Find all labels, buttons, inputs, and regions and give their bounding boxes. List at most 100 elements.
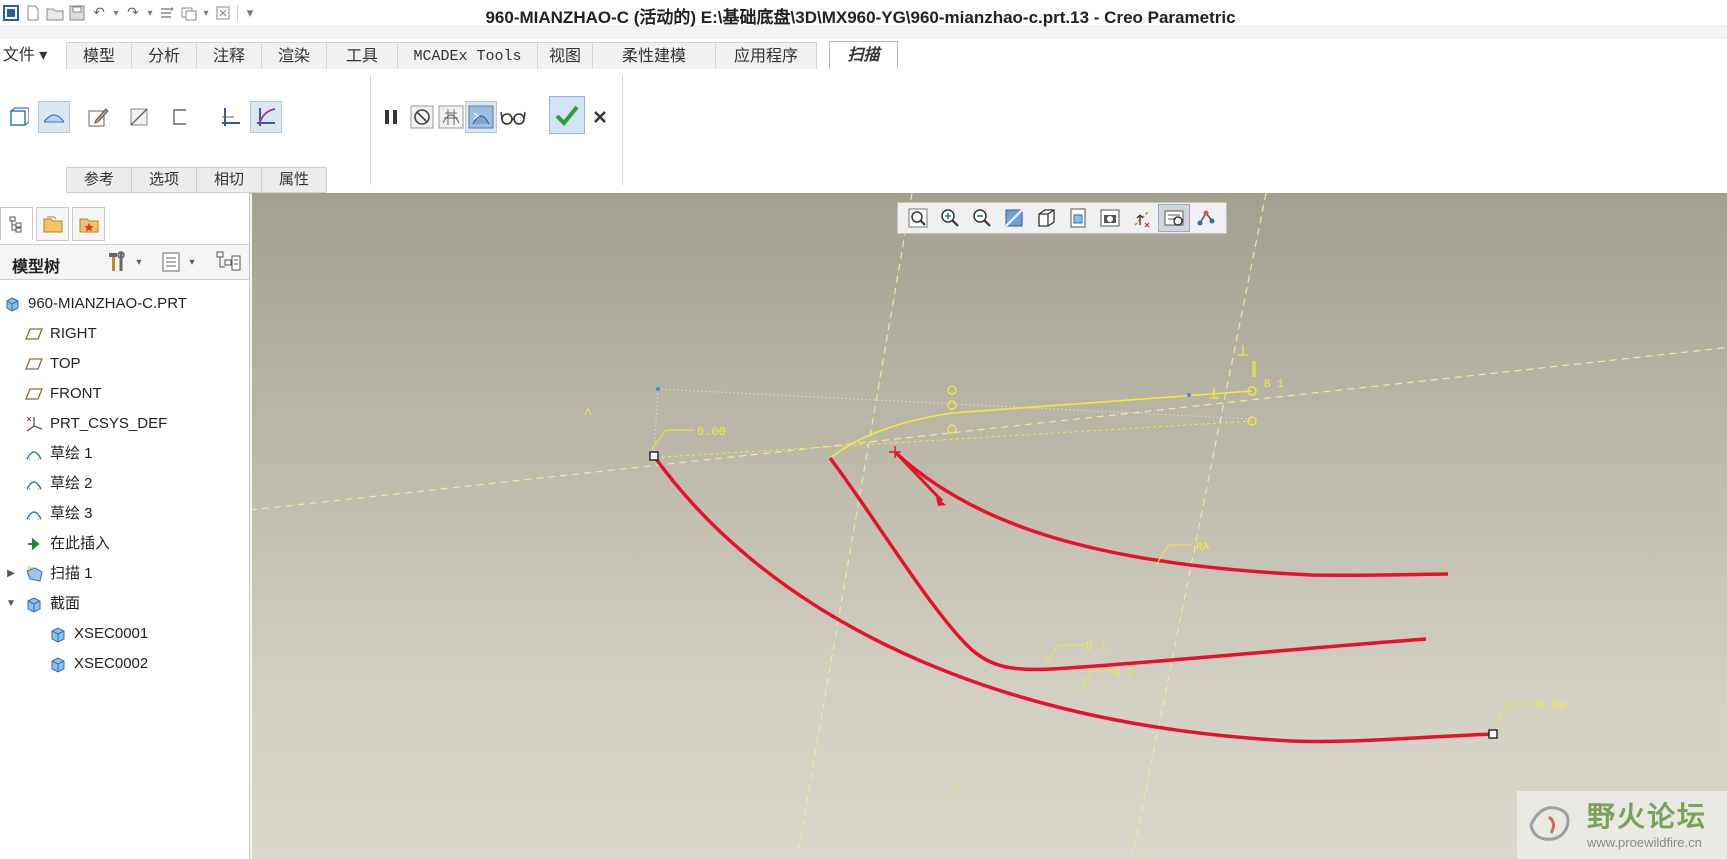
sketch-edit-icon[interactable] bbox=[82, 101, 114, 133]
start-point-handle bbox=[649, 451, 659, 461]
subtab-tangency[interactable]: 相切 bbox=[196, 167, 263, 193]
zoom-in-icon[interactable] bbox=[934, 204, 966, 232]
show-list-icon[interactable] bbox=[158, 249, 184, 275]
annotation-display-icon[interactable] bbox=[1190, 204, 1222, 232]
datum-plane-icon bbox=[24, 354, 44, 374]
tree-node-label: 在此插入 bbox=[50, 535, 111, 552]
zoom-out-icon[interactable] bbox=[966, 204, 998, 232]
model-tree-header: 模型树 ▾ ▾ bbox=[0, 244, 249, 280]
tab-mcadex-tools[interactable]: MCADEx Tools bbox=[397, 42, 538, 69]
tab-flexible-modeling[interactable]: 柔性建模 bbox=[592, 42, 716, 69]
sweep-dashboard: 参考 选项 相切 属性 bbox=[0, 69, 1727, 194]
subtab-options[interactable]: 选项 bbox=[131, 167, 198, 193]
trajectory-inner bbox=[894, 451, 1449, 578]
repaint-icon[interactable] bbox=[998, 204, 1030, 232]
sketch-icon bbox=[24, 504, 44, 524]
spin-center-icon[interactable] bbox=[1158, 204, 1190, 232]
sketch-centerline bbox=[661, 420, 1253, 458]
ribbon-divider bbox=[622, 75, 623, 185]
ribbon-tabs: 文件 ▾ 模型 分析 注释 渲染 工具 MCADEx Tools 视图 柔性建模… bbox=[0, 39, 1727, 70]
display-style-icon[interactable] bbox=[1030, 204, 1062, 232]
tree-node-xsec0001[interactable]: XSEC0001 bbox=[48, 622, 148, 646]
confirm-ok-icon[interactable] bbox=[549, 96, 585, 134]
tree-node-xsec0002[interactable]: XSEC0002 bbox=[48, 652, 148, 676]
tree-node-label: 草绘 1 bbox=[50, 445, 93, 462]
ribbon-divider bbox=[370, 75, 371, 185]
tangent-marker bbox=[584, 406, 592, 416]
model-tree-tab-icon[interactable] bbox=[0, 207, 33, 240]
constant-section-icon[interactable] bbox=[215, 101, 247, 133]
title-bar: ↶ ▾ ↷ ▾ ▾ ▾ 960-MIANZHAO-C (活动的) E:\基础底盘… bbox=[0, 0, 1727, 27]
subtab-properties[interactable]: 属性 bbox=[261, 167, 328, 193]
sketch-point bbox=[656, 387, 660, 391]
view-manager-icon[interactable] bbox=[1094, 204, 1126, 232]
window-title: 960-MIANZHAO-C (活动的) E:\基础底盘\3D\MX960-YG… bbox=[485, 8, 1236, 27]
datum-point bbox=[951, 783, 959, 791]
sketch-point bbox=[1187, 393, 1191, 397]
graphics-viewport[interactable]: 0.00 0.00 RA B 1 R 2 B 1 bbox=[252, 193, 1727, 859]
tree-node-sweep-1[interactable]: ▶ 扫描 1 bbox=[7, 562, 93, 586]
tab-tools[interactable]: 工具 bbox=[326, 42, 398, 69]
verify-preview-icon[interactable] bbox=[465, 101, 497, 133]
forum-watermark: 野火论坛 www.proewildfire.cn bbox=[1517, 791, 1727, 859]
no-preview-icon[interactable] bbox=[406, 101, 438, 133]
trajectory-label-ra: RA bbox=[1196, 542, 1210, 554]
tab-file[interactable]: 文件 ▾ bbox=[0, 42, 50, 69]
surface-icon[interactable] bbox=[38, 101, 70, 133]
graphics-toolbar bbox=[897, 202, 1227, 234]
datum-display-icon[interactable] bbox=[1126, 204, 1158, 232]
settings-dropdown-icon[interactable]: ▾ bbox=[133, 249, 145, 275]
glasses-preview-icon[interactable] bbox=[497, 101, 529, 133]
constraint-label-b1: B 1 bbox=[1264, 379, 1284, 391]
tree-node-csys[interactable]: PRT_CSYS_DEF bbox=[24, 412, 167, 436]
tab-render[interactable]: 渲染 bbox=[261, 42, 327, 69]
trajectory-middle bbox=[828, 456, 1427, 672]
cancel-close-icon[interactable] bbox=[584, 101, 616, 133]
tree-node-sketch-2[interactable]: 草绘 2 bbox=[24, 472, 93, 496]
solid-icon[interactable] bbox=[2, 101, 34, 133]
show-dropdown-icon[interactable]: ▾ bbox=[186, 249, 198, 275]
dim-right-label: 0.00 bbox=[1537, 699, 1566, 713]
tab-applications[interactable]: 应用程序 bbox=[715, 42, 817, 69]
collapse-arrow-icon[interactable]: ▼ bbox=[4, 592, 18, 616]
model-tree-panel: 模型树 ▾ ▾ 960-MIANZHAO-C.PRT RIGHT TOP FRO… bbox=[0, 193, 250, 859]
tree-node-label: FRONT bbox=[50, 385, 102, 402]
part-icon bbox=[2, 294, 22, 314]
tree-node-front[interactable]: FRONT bbox=[24, 382, 102, 406]
tree-node-sketch-3[interactable]: 草绘 3 bbox=[24, 502, 93, 526]
tab-annotate[interactable]: 注释 bbox=[196, 42, 262, 69]
leader-line bbox=[1045, 644, 1084, 665]
tab-analysis[interactable]: 分析 bbox=[131, 42, 197, 69]
pause-icon[interactable] bbox=[375, 101, 407, 133]
subtab-references[interactable]: 参考 bbox=[66, 167, 133, 193]
forum-logo-icon bbox=[1529, 806, 1570, 841]
tab-model[interactable]: 模型 bbox=[66, 42, 132, 69]
datum-plane-icon bbox=[24, 384, 44, 404]
origin-arrow bbox=[896, 453, 944, 503]
tree-node-xsec-folder[interactable]: ▼ 截面 bbox=[6, 592, 80, 616]
forum-url: www.proewildfire.cn bbox=[1587, 835, 1702, 850]
tree-node-top[interactable]: TOP bbox=[24, 352, 81, 376]
saved-orientations-icon[interactable] bbox=[1062, 204, 1094, 232]
expand-arrow-icon[interactable]: ▶ bbox=[4, 562, 18, 586]
settings-tools-icon[interactable] bbox=[104, 249, 130, 275]
tree-node-insert-here[interactable]: 在此插入 bbox=[24, 532, 110, 556]
variable-section-icon[interactable] bbox=[250, 101, 282, 133]
tree-node-right[interactable]: RIGHT bbox=[24, 322, 97, 346]
tab-view[interactable]: 视图 bbox=[537, 42, 593, 69]
remove-material-icon[interactable] bbox=[123, 101, 155, 133]
tree-node-sketch-1[interactable]: 草绘 1 bbox=[24, 442, 93, 466]
xsec-icon bbox=[48, 624, 68, 644]
refit-icon[interactable] bbox=[902, 204, 934, 232]
dim-left-label: 0.00 bbox=[697, 425, 726, 439]
mesh-preview-icon[interactable] bbox=[435, 101, 467, 133]
thicken-icon[interactable] bbox=[164, 101, 196, 133]
tab-sweep[interactable]: 扫描 bbox=[829, 41, 898, 70]
tree-filters-icon[interactable] bbox=[214, 249, 242, 275]
tree-node-label: XSEC0002 bbox=[74, 655, 149, 672]
tree-node-root[interactable]: 960-MIANZHAO-C.PRT bbox=[2, 292, 187, 316]
favorites-tab-icon[interactable] bbox=[72, 207, 105, 241]
tree-node-label: 扫描 1 bbox=[50, 565, 93, 582]
folder-browser-tab-icon[interactable] bbox=[36, 207, 69, 241]
xsec-folder-icon bbox=[24, 594, 44, 614]
